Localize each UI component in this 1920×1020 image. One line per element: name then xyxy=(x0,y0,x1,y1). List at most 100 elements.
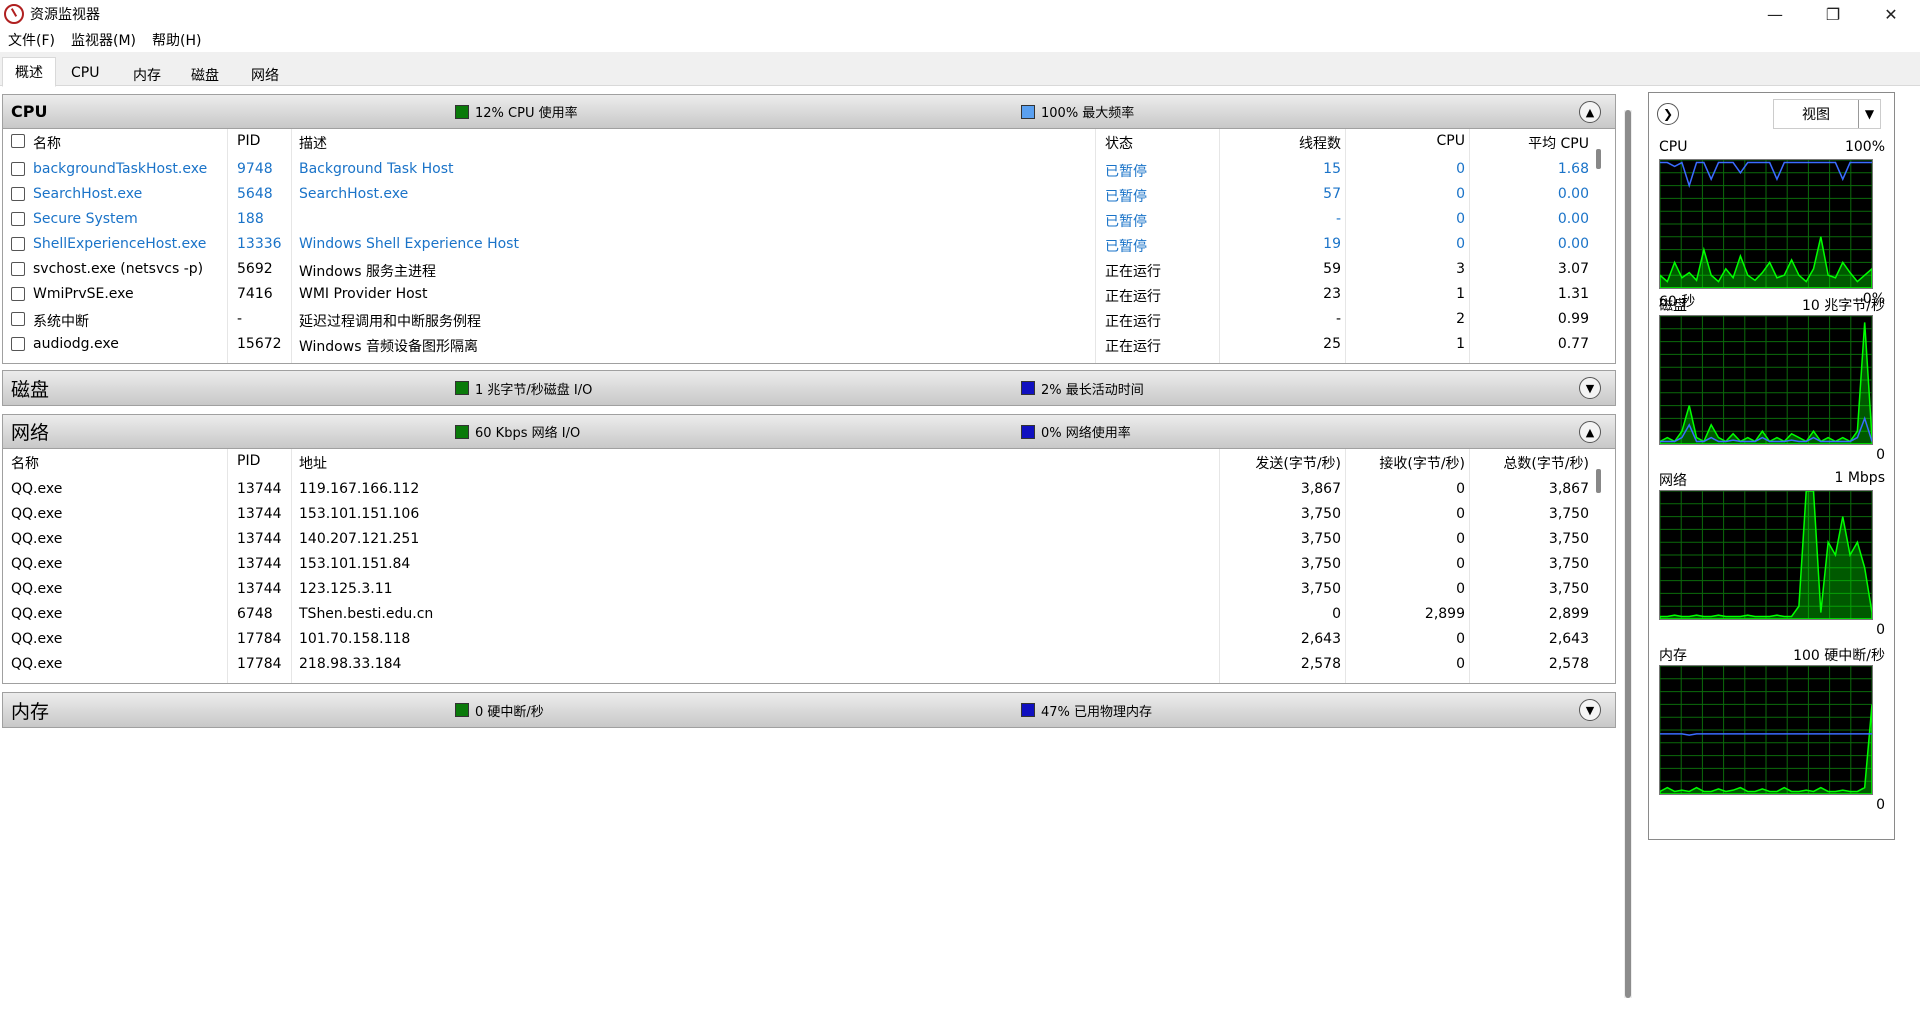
table-row[interactable]: ShellExperienceHost.exe 13336 Windows Shel… xyxy=(3,232,1615,257)
collapse-pane-chevron-right-icon[interactable]: ❯ xyxy=(1657,103,1679,125)
net-process-name: QQ.exe xyxy=(11,581,63,597)
table-row[interactable]: QQ.exe 17784 101.70.158.118 2,643 0 2,643 xyxy=(3,627,1615,652)
col-cpu[interactable]: CPU xyxy=(1345,133,1465,149)
page-scrollbar[interactable] xyxy=(1624,110,1632,998)
net-total: 3,750 xyxy=(1548,556,1589,572)
table-row[interactable]: QQ.exe 13744 153.101.151.106 3,750 0 3,750 xyxy=(3,502,1615,527)
disk-section-header[interactable]: 磁盘 1 兆字节/秒磁盘 I/O 2% 最长活动时间 ▼ xyxy=(3,371,1615,405)
tab-bar: 概述 CPU 内存 磁盘 网络 xyxy=(0,52,1920,87)
table-row[interactable]: 系统中断 - 延迟过程调用和中断服务例程 正在运行 - 2 0.99 xyxy=(3,307,1615,332)
memory-graph-block: 内存 100 硬中断/秒 0 xyxy=(1659,643,1885,815)
tab-cpu[interactable]: CPU xyxy=(58,60,112,86)
net-send: 0 xyxy=(1332,606,1341,622)
table-row[interactable]: WmiPrvSE.exe 7416 WMI Provider Host 正在运行 23 1… xyxy=(3,282,1615,307)
process-pid: 5648 xyxy=(237,186,273,202)
expand-chevron-down-icon[interactable]: ▼ xyxy=(1579,699,1601,721)
col-name[interactable]: 名称 xyxy=(33,133,61,153)
network-table-scrollbar[interactable] xyxy=(1595,469,1601,679)
row-checkbox[interactable] xyxy=(11,312,25,326)
memory-section: 内存 0 硬中断/秒 47% 已用物理内存 ▼ xyxy=(2,692,1616,728)
network-section: 网络 60 Kbps 网络 I/O 0% 网络使用率 ▲ 名称 PID 地址 发… xyxy=(2,414,1616,684)
memory-section-header[interactable]: 内存 0 硬中断/秒 47% 已用物理内存 ▼ xyxy=(3,693,1615,727)
row-checkbox[interactable] xyxy=(11,237,25,251)
table-row[interactable]: QQ.exe 13744 119.167.166.112 3,867 0 3,867 xyxy=(3,477,1615,502)
col-total[interactable]: 总数(字节/秒) xyxy=(1469,453,1589,473)
process-name: audiodg.exe xyxy=(33,336,119,352)
tab-overview[interactable]: 概述 xyxy=(2,57,56,87)
table-row[interactable]: QQ.exe 17784 218.98.33.184 2,578 0 2,578 xyxy=(3,652,1615,677)
col-pid[interactable]: PID xyxy=(237,453,260,469)
process-name: 系统中断 xyxy=(33,314,89,330)
row-checkbox[interactable] xyxy=(11,287,25,301)
row-checkbox[interactable] xyxy=(11,337,25,351)
net-total: 3,750 xyxy=(1548,531,1589,547)
disk-graph-block: 磁盘 10 兆字节/秒 0 xyxy=(1659,293,1885,465)
tab-disk[interactable]: 磁盘 xyxy=(178,60,232,86)
menu-help[interactable]: 帮助(H) xyxy=(144,30,209,50)
collapse-chevron-up-icon[interactable]: ▲ xyxy=(1579,421,1601,443)
row-checkbox[interactable] xyxy=(11,212,25,226)
col-pid[interactable]: PID xyxy=(237,133,260,149)
disk-usage-graph xyxy=(1659,315,1873,445)
view-dropdown[interactable]: 视图 ▼ xyxy=(1773,99,1881,129)
process-pid: - xyxy=(237,311,243,327)
col-description[interactable]: 描述 xyxy=(299,133,327,153)
table-row[interactable]: QQ.exe 13744 123.125.3.11 3,750 0 3,750 xyxy=(3,577,1615,602)
net-process-pid: 17784 xyxy=(237,631,282,647)
collapse-chevron-up-icon[interactable]: ▲ xyxy=(1579,101,1601,123)
table-row[interactable]: Secure System 188 已暂停 - 0 0.00 xyxy=(3,207,1615,232)
expand-chevron-down-icon[interactable]: ▼ xyxy=(1579,377,1601,399)
menu-file[interactable]: 文件(F) xyxy=(0,30,63,50)
select-all-checkbox[interactable] xyxy=(11,134,25,148)
cpu-frequency-stat: 100% 最大频率 xyxy=(1021,102,1134,121)
col-address[interactable]: 地址 xyxy=(299,453,327,473)
disk-graph-max: 10 兆字节/秒 xyxy=(1802,298,1885,314)
minimize-button[interactable]: — xyxy=(1746,0,1804,28)
cpu-table-scrollbar[interactable] xyxy=(1595,149,1601,359)
process-cpu: 0 xyxy=(1456,211,1465,227)
process-cpu: 2 xyxy=(1456,311,1465,327)
process-threads: - xyxy=(1335,211,1341,227)
cpu-section-header[interactable]: CPU 12% CPU 使用率 100% 最大频率 ▲ xyxy=(3,95,1615,129)
row-checkbox[interactable] xyxy=(11,262,25,276)
network-section-header[interactable]: 网络 60 Kbps 网络 I/O 0% 网络使用率 ▲ xyxy=(3,415,1615,449)
process-name: WmiPrvSE.exe xyxy=(33,286,134,302)
col-receive[interactable]: 接收(字节/秒) xyxy=(1345,453,1465,473)
net-process-pid: 13744 xyxy=(237,481,282,497)
process-status: 正在运行 xyxy=(1105,289,1161,305)
memory-graph-max: 100 硬中断/秒 xyxy=(1793,648,1885,664)
col-threads[interactable]: 线程数 xyxy=(1219,133,1341,153)
col-name[interactable]: 名称 xyxy=(11,453,39,473)
process-threads: 59 xyxy=(1323,261,1341,277)
network-usage-graph xyxy=(1659,490,1873,620)
table-row[interactable]: backgroundTaskHost.exe 9748 Background Tas… xyxy=(3,157,1615,182)
close-button[interactable]: ✕ xyxy=(1862,0,1920,28)
table-row[interactable]: SearchHost.exe 5648 SearchHost.exe 已暂停 57 0 0.… xyxy=(3,182,1615,207)
network-section-title: 网络 xyxy=(11,422,50,444)
process-pid: 5692 xyxy=(237,261,273,277)
col-avg-cpu[interactable]: 平均 CPU xyxy=(1469,133,1589,153)
table-row[interactable]: QQ.exe 6748 TShen.besti.edu.cn 0 2,899 2,899 xyxy=(3,602,1615,627)
table-row[interactable]: audiodg.exe 15672 Windows 音频设备图形隔离 正在运行 25 1 0… xyxy=(3,332,1615,357)
menu-monitor[interactable]: 监视器(M) xyxy=(63,30,144,50)
process-threads: 57 xyxy=(1323,186,1341,202)
tab-memory[interactable]: 内存 xyxy=(120,60,174,86)
net-total: 2,578 xyxy=(1548,656,1589,672)
row-checkbox[interactable] xyxy=(11,187,25,201)
net-address: 123.125.3.11 xyxy=(299,581,393,597)
col-status[interactable]: 状态 xyxy=(1105,133,1133,153)
table-row[interactable]: svchost.exe (netsvcs -p) 5692 Windows 服务主进… xyxy=(3,257,1615,282)
table-row[interactable]: QQ.exe 13744 153.101.151.84 3,750 0 3,750 xyxy=(3,552,1615,577)
graphs-pane: ❯ 视图 ▼ CPU 100% 60 秒 0% 磁盘 10 兆字节/秒 0 网络 1 M… xyxy=(1648,92,1895,840)
maximize-button[interactable]: ❐ xyxy=(1804,0,1862,28)
memory-section-title: 内存 xyxy=(11,700,50,723)
row-checkbox[interactable] xyxy=(11,162,25,176)
net-receive: 0 xyxy=(1456,656,1465,672)
process-description: Windows Shell Experience Host xyxy=(299,236,519,252)
tab-network[interactable]: 网络 xyxy=(238,60,292,86)
process-avg-cpu: 0.00 xyxy=(1557,236,1589,252)
col-send[interactable]: 发送(字节/秒) xyxy=(1219,453,1341,473)
net-send: 2,578 xyxy=(1300,656,1341,672)
table-row[interactable]: QQ.exe 13744 140.207.121.251 3,750 0 3,750 xyxy=(3,527,1615,552)
green-legend-swatch xyxy=(455,381,469,395)
